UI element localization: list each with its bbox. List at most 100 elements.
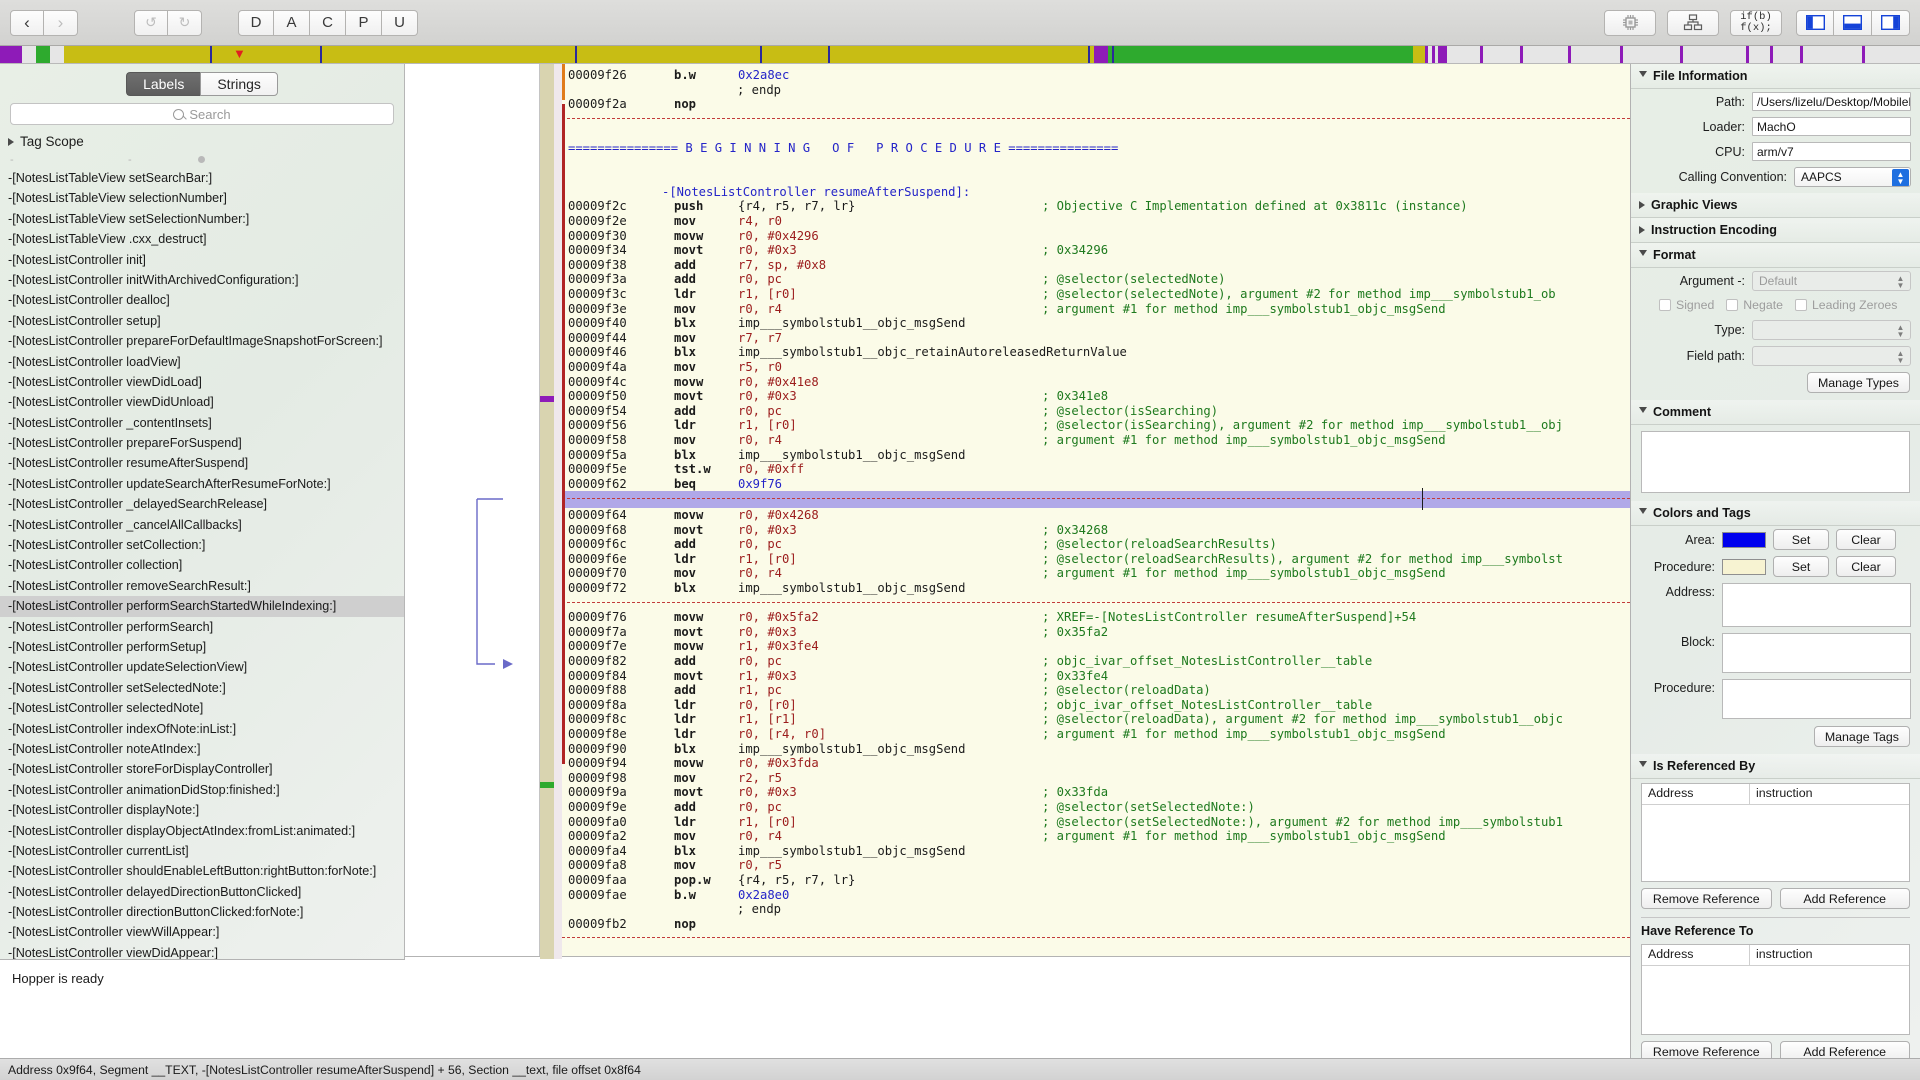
list-item[interactable]: -[NotesListController indexOfNote:inList…: [0, 719, 404, 739]
instruction-operands[interactable]: r0, pc: [738, 404, 782, 419]
list-item[interactable]: -[NotesListController directionButtonCli…: [0, 902, 404, 922]
instruction-operands[interactable]: imp___symbolstub1__objc_msgSend: [738, 742, 965, 757]
procedure-color-swatch[interactable]: [1722, 558, 1766, 575]
disassembly-row[interactable]: 00009fae b.w 0x2a8e0: [562, 888, 1630, 903]
disassembly-row[interactable]: 00009f70 mov r0, r4 ; argument #1 for metho…: [562, 566, 1630, 581]
disassembly-row[interactable]: 00009fa2 mov r0, r4 ; argument #1 for metho…: [562, 829, 1630, 844]
procedure-set-button[interactable]: Set: [1773, 556, 1829, 577]
signed-checkbox[interactable]: Signed: [1659, 298, 1714, 312]
disassembly-row[interactable]: 00009f76 movw r0, #0x5fa2 ; XREF=-[NotesLis…: [562, 610, 1630, 625]
disassembly-row[interactable]: 00009f3a add r0, pc ; @selector(selectedNot…: [562, 272, 1630, 287]
mode-button-a[interactable]: A: [274, 9, 310, 36]
instruction-operands[interactable]: r0, #0x3: [738, 523, 797, 538]
disassembly-row[interactable]: 00009f8c ldr r1, [r1] ; @selector(reloadDat…: [562, 712, 1630, 727]
have-reference-to-table[interactable]: Address instruction: [1641, 944, 1910, 1035]
remove-reference-button-2[interactable]: Remove Reference: [1641, 1041, 1772, 1058]
instruction-operands[interactable]: r0, pc: [738, 537, 782, 552]
list-item[interactable]: -[NotesListController viewDidAppear:]: [0, 943, 404, 959]
manage-tags-button[interactable]: Manage Tags: [1813, 726, 1910, 747]
instruction-operands[interactable]: r1, [r0]: [738, 287, 797, 302]
toggle-left-panel-button[interactable]: [1796, 9, 1834, 36]
list-item[interactable]: -[NotesListController shouldEnableLeftBu…: [0, 861, 404, 881]
tag-block-field[interactable]: [1722, 633, 1911, 673]
mode-button-u[interactable]: U: [382, 9, 418, 36]
section-file-information[interactable]: File Information: [1631, 64, 1920, 89]
instruction-operands[interactable]: r1, [r1]: [738, 712, 797, 727]
slider-knob[interactable]: [198, 156, 205, 163]
section-comment[interactable]: Comment: [1631, 400, 1920, 425]
manage-types-button[interactable]: Manage Types: [1806, 372, 1910, 393]
list-item[interactable]: -[NotesListTableView setSearchBar:]: [0, 168, 404, 188]
list-item[interactable]: -[NotesListController animationDidStop:f…: [0, 780, 404, 800]
area-set-button[interactable]: Set: [1773, 529, 1829, 550]
section-instruction-encoding[interactable]: Instruction Encoding: [1631, 218, 1920, 243]
list-item[interactable]: -[NotesListController performSearchStart…: [0, 596, 404, 617]
cfg-strip[interactable]: [405, 64, 540, 957]
instruction-operands[interactable]: {r4, r5, r7, lr}: [738, 873, 855, 888]
disassembly-row[interactable]: 00009f84 movt r1, #0x3 ; 0x33fe4: [562, 669, 1630, 684]
cpu-field[interactable]: arm/v7: [1752, 142, 1911, 161]
list-item[interactable]: -[NotesListController setCollection:]: [0, 535, 404, 555]
instruction-operands[interactable]: r0, #0x3fda: [738, 756, 819, 771]
instruction-operands[interactable]: r0, #0x4268: [738, 508, 819, 523]
instruction-operands[interactable]: r0, #0x3: [738, 625, 797, 640]
instruction-operands[interactable]: r2, r5: [738, 771, 782, 786]
instruction-operands[interactable]: r7, sp, #0x8: [738, 258, 826, 273]
undo-button[interactable]: ↺: [134, 9, 168, 36]
disassembly-row[interactable]: 00009f56 ldr r1, [r0] ; @selector(isSearchi…: [562, 418, 1630, 433]
argument-select[interactable]: Default ▲ ▼: [1752, 271, 1911, 291]
tag-procedure-field[interactable]: [1722, 679, 1911, 719]
list-item[interactable]: -[NotesListController displayNote:]: [0, 800, 404, 820]
disassembly-row[interactable]: 00009f7e movw r1, #0x3fe4: [562, 639, 1630, 654]
disassembly-row[interactable]: 00009f40 blx imp___symbolstub1__objc_msgSe…: [562, 316, 1630, 331]
mode-button-c[interactable]: C: [310, 9, 346, 36]
inspector-panel[interactable]: File Information Path: /Users/lizelu/Des…: [1630, 64, 1920, 1058]
area-color-swatch[interactable]: [1722, 531, 1766, 548]
instruction-operands[interactable]: r0, [r0]: [738, 698, 797, 713]
toggle-right-panel-button[interactable]: [1872, 9, 1910, 36]
disassembly-row[interactable]: 00009f64 movw r0, #0x4268: [562, 508, 1630, 523]
comment-textarea[interactable]: [1641, 431, 1910, 493]
instruction-operands[interactable]: r0, [r4, r0]: [738, 727, 826, 742]
list-item[interactable]: -[NotesListController init]: [0, 250, 404, 270]
mode-button-p[interactable]: P: [346, 9, 382, 36]
instruction-operands[interactable]: r0, pc: [738, 272, 782, 287]
section-graphic-views[interactable]: Graphic Views: [1631, 193, 1920, 218]
list-item[interactable]: -[NotesListController viewDidUnload]: [0, 392, 404, 412]
is-referenced-by-body[interactable]: [1642, 805, 1909, 881]
list-item[interactable]: -[NotesListController updateSelectionVie…: [0, 657, 404, 677]
area-clear-button[interactable]: Clear: [1836, 529, 1896, 550]
navigator-position-marker[interactable]: ▼: [233, 46, 246, 63]
cpu-mode-button[interactable]: [1604, 9, 1656, 36]
disassembly-row[interactable]: 00009fa4 blx imp___symbolstub1__objc_msgSe…: [562, 844, 1630, 859]
list-item[interactable]: -[NotesListController prepareForDefaultI…: [0, 331, 404, 351]
back-button[interactable]: ‹: [10, 9, 44, 36]
disassembly-row[interactable]: 00009f9a movt r0, #0x3 ; 0x33fda: [562, 785, 1630, 800]
list-item[interactable]: -[NotesListController displayObjectAtInd…: [0, 821, 404, 841]
instruction-operands[interactable]: r5, r0: [738, 360, 782, 375]
disassembly-row[interactable]: 00009faa pop.w {r4, r5, r7, lr}: [562, 873, 1630, 888]
pseudocode-button[interactable]: if(b) f(x);: [1730, 9, 1782, 36]
instruction-operands[interactable]: r0, pc: [738, 800, 782, 815]
disassembly-row[interactable]: 00009f7a movt r0, #0x3 ; 0x35fa2: [562, 625, 1630, 640]
disassembly-row[interactable]: 00009f9e add r0, pc ; @selector(setSelected…: [562, 800, 1630, 815]
disassembly-row[interactable]: 00009f4a mov r5, r0: [562, 360, 1630, 375]
list-item[interactable]: -[NotesListController noteAtIndex:]: [0, 739, 404, 759]
instruction-operands[interactable]: r1, #0x3fe4: [738, 639, 819, 654]
disassembly-row[interactable]: 00009fa0 ldr r1, [r0] ; @selector(setSelect…: [562, 815, 1630, 830]
disassembly-row[interactable]: 00009f5e tst.w r0, #0xff: [562, 462, 1630, 477]
disassembly-row[interactable]: 00009f54 add r0, pc ; @selector(isSearching…: [562, 404, 1630, 419]
list-item[interactable]: -[NotesListController initWithArchivedCo…: [0, 270, 404, 290]
instruction-operands[interactable]: 0x2a8e0: [738, 888, 789, 903]
list-item[interactable]: -[NotesListController setSelectedNote:]: [0, 678, 404, 698]
list-item[interactable]: -[NotesListController currentList]: [0, 841, 404, 861]
list-item[interactable]: -[NotesListController storeForDisplayCon…: [0, 759, 404, 779]
search-input[interactable]: Search: [10, 103, 394, 125]
stepper-icon[interactable]: ▲ ▼: [1892, 169, 1909, 186]
disassembly-row[interactable]: 00009f82 add r0, pc ; objc_ivar_offset_Note…: [562, 654, 1630, 669]
disassembly-row[interactable]: 00009f50 movt r0, #0x3 ; 0x341e8: [562, 389, 1630, 404]
section-is-referenced-by[interactable]: Is Referenced By: [1631, 754, 1920, 779]
procedure-clear-button[interactable]: Clear: [1836, 556, 1896, 577]
instruction-operands[interactable]: r0, r4: [738, 566, 782, 581]
instruction-operands[interactable]: r7, r7: [738, 331, 782, 346]
